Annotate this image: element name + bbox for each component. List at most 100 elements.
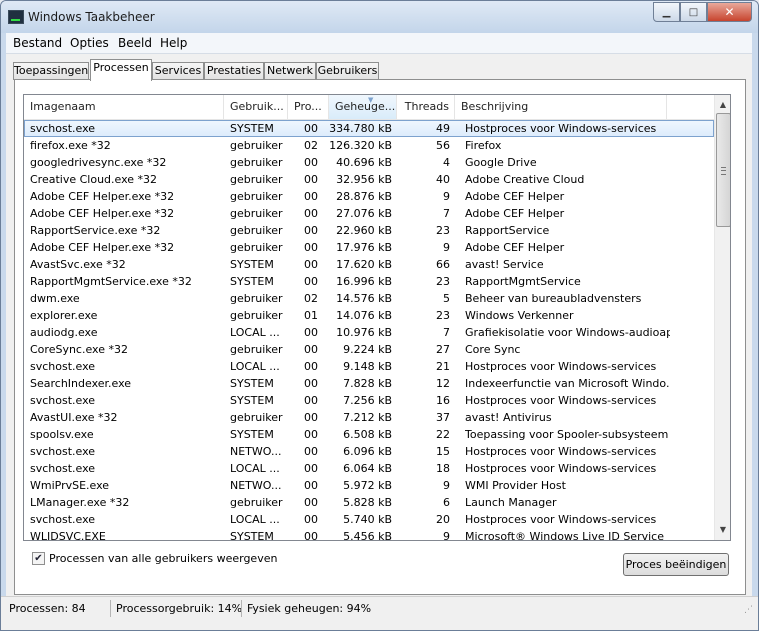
cell-threads: 18 [436, 462, 450, 475]
column-header-description[interactable]: Beschrijving [455, 95, 667, 119]
status-divider [241, 600, 242, 617]
cell-threads: 22 [436, 428, 450, 441]
process-row[interactable]: svchost.exe LOCAL ... 00 6.064 kB 18 Hostproc… [24, 460, 714, 477]
process-row[interactable]: Creative Cloud.exe *32 gebruiker 00 32.956 … [24, 171, 714, 188]
cell-memory: 16.996 kB [336, 275, 392, 288]
cell-memory: 6.508 kB [343, 428, 392, 441]
column-header-image-name[interactable]: Imagenaam [24, 95, 224, 119]
cell-cpu: 00 [304, 122, 318, 135]
process-row[interactable]: AvastUI.exe *32 gebruiker 00 7.212 kB 37 avas… [24, 409, 714, 426]
cell-memory: 7.256 kB [343, 394, 392, 407]
process-row[interactable]: svchost.exe SYSTEM 00 334.780 kB 49 Hostproce… [24, 120, 714, 137]
cell-user: gebruiker [230, 224, 283, 237]
show-all-users-option[interactable]: ✔ Processen van alle gebruikers weergeve… [32, 552, 277, 565]
cell-user: LOCAL ... [230, 326, 280, 339]
cell-user: gebruiker [230, 156, 283, 169]
process-list[interactable]: Imagenaam Gebruik... Pro... ▼ Geheuge...… [23, 94, 731, 541]
cell-memory: 9.148 kB [343, 360, 392, 373]
process-row[interactable]: audiodg.exe LOCAL ... 00 10.976 kB 7 Grafieki… [24, 324, 714, 341]
process-row[interactable]: dwm.exe gebruiker 02 14.576 kB 5 Beheer van b… [24, 290, 714, 307]
menu-bestand[interactable]: Bestand [13, 36, 62, 50]
process-row[interactable]: Adobe CEF Helper.exe *32 gebruiker 00 17.97… [24, 239, 714, 256]
caption-buttons: ▁ □ ✕ [653, 2, 752, 22]
process-row[interactable]: LManager.exe *32 gebruiker 00 5.828 kB 6 Laun… [24, 494, 714, 511]
vertical-scrollbar[interactable]: ▲ ▼ [714, 95, 730, 540]
tab-processen[interactable]: Processen [90, 59, 152, 81]
cell-image-name: AvastSvc.exe *32 [30, 258, 126, 271]
menu-beeld[interactable]: Beeld [118, 36, 152, 50]
process-row[interactable]: spoolsv.exe SYSTEM 00 6.508 kB 22 Toepassing … [24, 426, 714, 443]
cell-threads: 27 [436, 343, 450, 356]
cell-threads: 9 [443, 530, 450, 541]
cell-description: Adobe Creative Cloud [465, 173, 585, 186]
process-row[interactable]: svchost.exe SYSTEM 00 7.256 kB 16 Hostproces … [24, 392, 714, 409]
client-area: Toepassingen Processen Services Prestati… [6, 54, 752, 596]
process-row[interactable]: WmiPrvSE.exe NETWO... 00 5.972 kB 9 WMI Provi… [24, 477, 714, 494]
cell-memory: 7.828 kB [343, 377, 392, 390]
tab-services[interactable]: Services [152, 62, 204, 80]
cell-image-name: Creative Cloud.exe *32 [30, 173, 158, 186]
cell-threads: 37 [436, 411, 450, 424]
column-header-threads[interactable]: Threads [397, 95, 455, 119]
cell-image-name: RapportMgmtService.exe *32 [30, 275, 192, 288]
process-row[interactable]: googledrivesync.exe *32 gebruiker 00 40.696… [24, 154, 714, 171]
cell-cpu: 00 [304, 462, 318, 475]
cell-threads: 49 [436, 122, 450, 135]
process-row[interactable]: svchost.exe LOCAL ... 00 5.740 kB 20 Hostproc… [24, 511, 714, 528]
column-header-row: Imagenaam Gebruik... Pro... ▼ Geheuge...… [24, 95, 714, 120]
cell-user: gebruiker [230, 173, 283, 186]
cell-user: gebruiker [230, 292, 283, 305]
cell-memory: 5.828 kB [343, 496, 392, 509]
process-row[interactable]: Adobe CEF Helper.exe *32 gebruiker 00 27.07… [24, 205, 714, 222]
cell-user: gebruiker [230, 190, 283, 203]
process-row[interactable]: RapportMgmtService.exe *32 SYSTEM 00 16.996… [24, 273, 714, 290]
column-header-user[interactable]: Gebruik... [224, 95, 288, 119]
cell-image-name: AvastUI.exe *32 [30, 411, 118, 424]
cell-user: LOCAL ... [230, 360, 280, 373]
show-all-users-checkbox[interactable]: ✔ [32, 552, 45, 565]
task-manager-window: Windows Taakbeheer ▁ □ ✕ Bestand Opties … [0, 0, 759, 631]
end-process-button[interactable]: Proces beëindigen [623, 553, 729, 576]
process-row[interactable]: AvastSvc.exe *32 SYSTEM 00 17.620 kB 66 avast… [24, 256, 714, 273]
column-header-memory[interactable]: ▼ Geheuge... [329, 95, 397, 119]
cell-threads: 6 [443, 496, 450, 509]
size-grip-icon[interactable]: ⋰ [744, 605, 753, 615]
process-row[interactable]: explorer.exe gebruiker 01 14.076 kB 23 Window… [24, 307, 714, 324]
minimize-button[interactable]: ▁ [653, 2, 680, 22]
tab-gebruikers[interactable]: Gebruikers [316, 62, 379, 80]
tab-netwerk[interactable]: Netwerk [264, 62, 316, 80]
process-row[interactable]: CoreSync.exe *32 gebruiker 00 9.224 kB 27 Cor… [24, 341, 714, 358]
close-button[interactable]: ✕ [707, 2, 752, 22]
cell-image-name: svchost.exe [30, 360, 96, 373]
cell-user: gebruiker [230, 241, 283, 254]
cell-image-name: svchost.exe [30, 462, 96, 475]
cell-image-name: SearchIndexer.exe [30, 377, 132, 390]
scroll-up-arrow-icon[interactable]: ▲ [715, 97, 730, 113]
cell-image-name: WmiPrvSE.exe [30, 479, 110, 492]
title-bar[interactable]: Windows Taakbeheer ▁ □ ✕ [1, 1, 758, 33]
process-row[interactable]: SearchIndexer.exe SYSTEM 00 7.828 kB 12 Index… [24, 375, 714, 392]
process-row[interactable]: svchost.exe LOCAL ... 00 9.148 kB 21 Hostproc… [24, 358, 714, 375]
cell-cpu: 00 [304, 530, 318, 541]
maximize-button[interactable]: □ [680, 2, 707, 22]
process-row[interactable]: Adobe CEF Helper.exe *32 gebruiker 00 28.87… [24, 188, 714, 205]
menu-opties[interactable]: Opties [70, 36, 109, 50]
menu-help[interactable]: Help [160, 36, 187, 50]
cell-user: gebruiker [230, 207, 283, 220]
status-process-count: Processen: 84 [9, 602, 86, 615]
scroll-down-arrow-icon[interactable]: ▼ [715, 522, 730, 538]
scrollbar-grip-icon [721, 167, 726, 175]
column-header-cpu[interactable]: Pro... [288, 95, 329, 119]
scrollbar-thumb[interactable] [716, 113, 730, 227]
cell-cpu: 00 [304, 241, 318, 254]
process-row[interactable]: svchost.exe NETWO... 00 6.096 kB 15 Hostproce… [24, 443, 714, 460]
cell-threads: 4 [443, 156, 450, 169]
process-row[interactable]: RapportService.exe *32 gebruiker 00 22.960 … [24, 222, 714, 239]
cell-threads: 56 [436, 139, 450, 152]
tab-toepassingen[interactable]: Toepassingen [13, 62, 89, 80]
process-row[interactable]: WLIDSVC.EXE SYSTEM 00 5.456 kB 9 Microsoft® W… [24, 528, 714, 541]
process-row[interactable]: firefox.exe *32 gebruiker 02 126.320 kB 56 Fi… [24, 137, 714, 154]
cell-description: Hostproces voor Windows-services [465, 445, 657, 458]
tab-prestaties[interactable]: Prestaties [204, 62, 264, 80]
cell-image-name: Adobe CEF Helper.exe *32 [30, 207, 175, 220]
